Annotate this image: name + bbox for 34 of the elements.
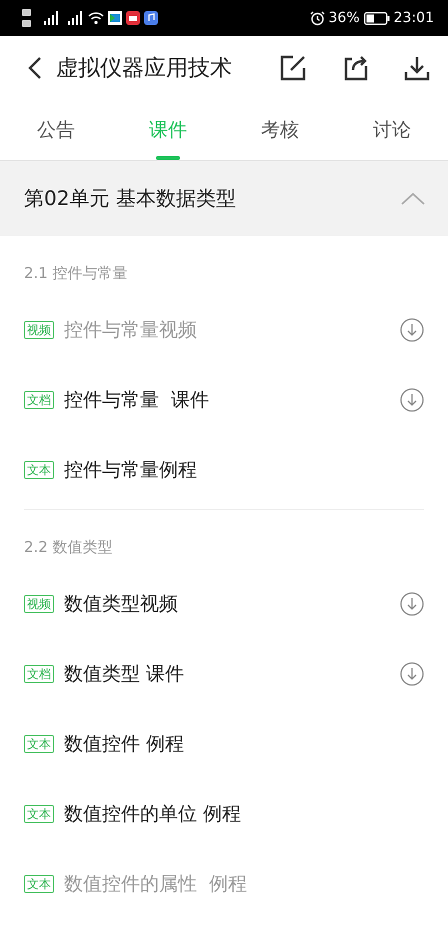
section-title: 2.2 数值类型 [24,537,114,558]
battery-icon [364,12,390,24]
lesson-title[interactable]: 数值控件的单位 例程 [64,801,424,827]
alarm-icon [310,10,325,26]
type-tag: 视频 [24,321,54,339]
tab[interactable]: 公告 [0,100,112,160]
share-icon[interactable] [342,55,368,81]
lesson-title[interactable]: 数值类型视频 [64,591,400,617]
lesson-title[interactable]: 控件与常量例程 [64,457,424,483]
lesson-title[interactable]: 控件与常量 课件 [64,387,400,413]
wifi-icon [88,11,104,25]
type-tag: 文档 [24,391,54,409]
chevron-icon[interactable] [400,192,426,206]
lesson-title[interactable]: 数值控件 例程 [64,731,424,757]
unit-header[interactable]: 第02单元 基本数据类型 [0,161,448,236]
download-icon[interactable] [404,55,430,81]
type-tag: 文本 [24,735,54,753]
app-icon [108,11,122,25]
tab[interactable]: 考核 [224,100,336,160]
unit-title: 第02单元 基本数据类型 [24,185,237,212]
type-tag: 文本 [24,461,54,479]
tab[interactable]: 讨论 [336,100,448,160]
type-tag: 文本 [24,875,54,893]
section-title: 2.1 控件与常量 [24,263,129,284]
battery-percent: 36% [328,10,360,26]
app-icon [126,11,140,25]
lesson-title[interactable]: 数值类型 课件 [64,661,400,687]
clock-time: 23:01 [394,10,434,26]
edit-icon[interactable] [280,55,306,81]
back-icon[interactable] [28,56,42,80]
type-tag: 文档 [24,665,54,683]
page-title: 虚拟仪器应用技术 [56,55,233,83]
type-tag: 文本 [24,805,54,823]
type-tag: 视频 [24,595,54,613]
